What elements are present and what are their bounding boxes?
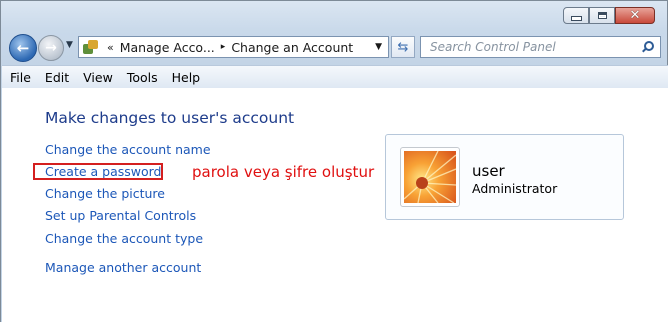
link-manage-another-account[interactable]: Manage another account xyxy=(45,260,201,275)
link-parental-controls[interactable]: Set up Parental Controls xyxy=(45,208,196,223)
close-button[interactable]: ✕ xyxy=(615,7,655,24)
avatar xyxy=(400,147,460,207)
menu-edit[interactable]: Edit xyxy=(38,70,76,85)
arrow-right-icon: → xyxy=(45,40,57,56)
address-dropdown-icon[interactable]: ▼ xyxy=(375,42,382,52)
refresh-button[interactable]: ⇆ xyxy=(391,36,415,58)
search-box[interactable] xyxy=(420,36,661,58)
minimize-icon xyxy=(570,16,582,21)
minimize-button[interactable] xyxy=(563,7,589,24)
search-icon[interactable] xyxy=(640,40,654,54)
maximize-icon xyxy=(597,12,607,19)
back-button[interactable]: ← xyxy=(9,34,37,62)
account-card: user Administrator xyxy=(385,134,624,220)
refresh-icon: ⇆ xyxy=(397,39,409,55)
window-controls: ✕ xyxy=(563,7,655,24)
close-icon: ✕ xyxy=(629,8,641,23)
page-title: Make changes to user's account xyxy=(45,109,295,127)
menu-help[interactable]: Help xyxy=(165,70,208,85)
window-frame: ✕ ← → ▼ « Manage Acco... ▸ Change an Acc… xyxy=(0,0,668,323)
annotation-text: parola veya şifre oluştur xyxy=(192,163,375,181)
main-content: Make changes to user's account Change th… xyxy=(2,88,668,323)
menu-tools[interactable]: Tools xyxy=(120,70,165,85)
account-name: user xyxy=(472,162,505,180)
breadcrumb-arrow-icon[interactable]: ▸ xyxy=(221,42,226,52)
menu-view[interactable]: View xyxy=(76,70,120,85)
breadcrumb-manage-accounts[interactable]: Manage Acco... xyxy=(120,40,215,55)
search-input[interactable] xyxy=(428,39,637,55)
account-role: Administrator xyxy=(472,181,558,196)
link-change-account-name[interactable]: Change the account name xyxy=(45,142,211,157)
forward-button[interactable]: → xyxy=(38,35,64,61)
maximize-button[interactable] xyxy=(589,7,615,24)
menu-bar: File Edit View Tools Help xyxy=(2,65,668,89)
control-panel-icon xyxy=(83,40,99,54)
address-bar[interactable]: « Manage Acco... ▸ Change an Account ▼ xyxy=(78,36,389,58)
menu-file[interactable]: File xyxy=(2,70,38,85)
link-change-account-type[interactable]: Change the account type xyxy=(45,231,203,246)
flower-picture-icon xyxy=(404,151,456,203)
arrow-left-icon: ← xyxy=(16,39,30,57)
history-dropdown-icon[interactable]: ▼ xyxy=(66,40,73,50)
highlight-box xyxy=(33,163,163,180)
breadcrumb-change-account[interactable]: Change an Account xyxy=(231,40,353,55)
overflow-chevron-icon[interactable]: « xyxy=(107,41,114,54)
link-change-picture[interactable]: Change the picture xyxy=(45,186,165,201)
